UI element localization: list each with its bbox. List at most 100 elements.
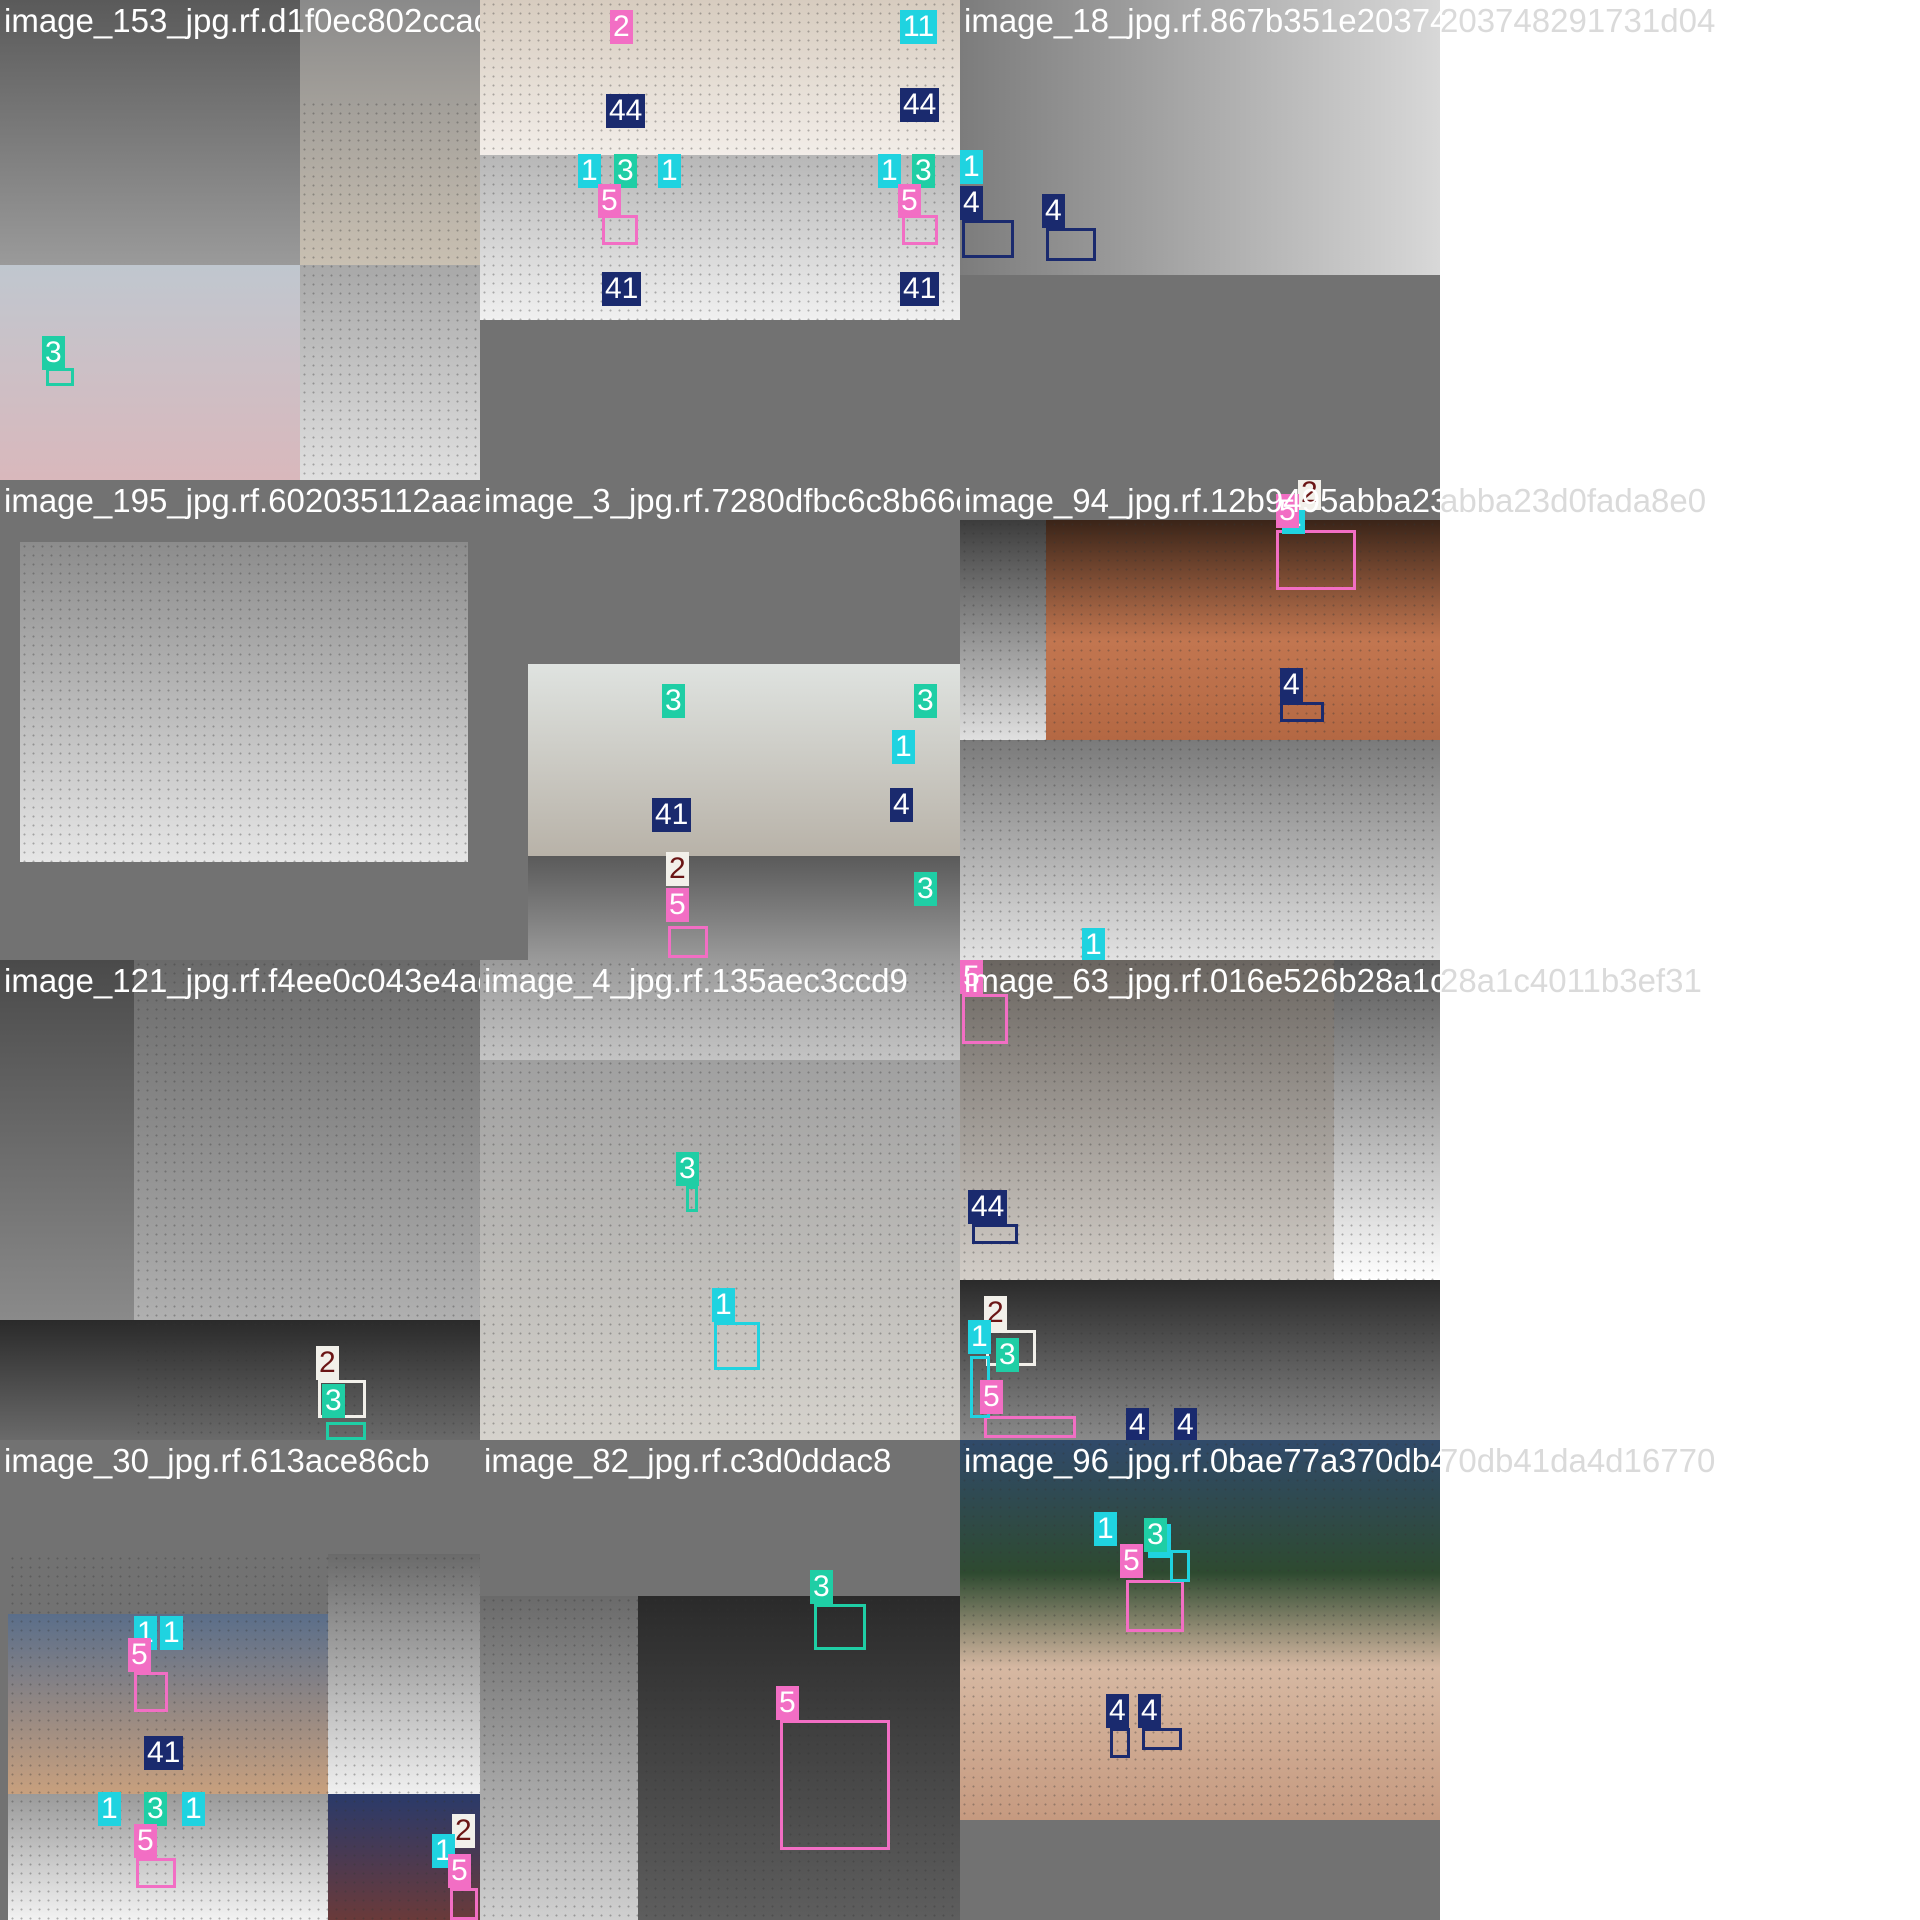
mosaic-tile-12: image_96_jpg.rf.0bae77a370db41da4d16770 …: [960, 1440, 1440, 1920]
bounding-box: [962, 220, 1014, 258]
class-label: 4: [1106, 1694, 1129, 1728]
mosaic-tile-4: image_195_jpg.rf.602035112aaac3d13ccf8f.…: [0, 480, 480, 960]
bounding-box: [972, 1224, 1018, 1244]
photo-grayscale-street: [480, 1596, 638, 1920]
photo-dark-crop: [0, 960, 134, 1320]
mosaic-tile-1: image_153_jpg.rf.d1f0ec802ccace0a9963c79…: [0, 0, 480, 480]
class-label: 5: [776, 1686, 799, 1720]
mosaic-tile-2: 44 44 1 3 1 5 1 3 5 41 41 11 2: [480, 0, 960, 480]
tile-title: image_4_jpg.rf.135aec3ccd9: [484, 962, 908, 999]
class-label: 5: [128, 1638, 151, 1672]
tile-title: image_3_jpg.rf.7280dfbc6c8b66e9447536f: [484, 482, 960, 519]
bounding-box: [450, 1888, 478, 1920]
class-label: 1: [658, 154, 681, 188]
bounding-box: [602, 215, 638, 245]
class-label: 41: [144, 1736, 184, 1770]
photo-fence-grayscale: [20, 542, 468, 862]
class-label: 4: [960, 186, 983, 220]
class-label: 1: [968, 1320, 991, 1354]
photo-gate-grayscale: [8, 1794, 328, 1920]
mosaic-tile-3: image_18_jpg.rf.867b351e203748291731d04 …: [960, 0, 1440, 480]
tile-title: image_195_jpg.rf.602035112aaac3d13ccf8f.…: [4, 482, 480, 519]
class-label: 1: [1082, 928, 1105, 960]
bounding-box: [1046, 228, 1096, 261]
tile-title: image_18_jpg.rf.867b351e203748291731d04: [964, 2, 1440, 39]
class-label: 3: [914, 684, 937, 718]
tile-title: image_30_jpg.rf.613ace86cb: [4, 1442, 430, 1479]
bounding-box: [814, 1604, 866, 1650]
tile-title: image_82_jpg.rf.c3d0ddac8: [484, 1442, 892, 1479]
class-label: 3: [912, 154, 935, 188]
class-label: 3: [614, 154, 637, 188]
mosaic-tile-9: image_63_jpg.rf.016e526b28a1c4011b3ef31 …: [960, 960, 1440, 1440]
class-label: 11: [900, 10, 938, 44]
class-label: 3: [996, 1338, 1019, 1372]
class-label: 1: [160, 1616, 183, 1650]
class-label: 4: [1126, 1408, 1149, 1440]
photo-person-red-vest: [0, 265, 300, 480]
class-label: 2: [610, 10, 633, 44]
bounding-box: [1110, 1728, 1130, 1758]
class-label: 4: [1280, 668, 1303, 702]
photo-orange-road: [1046, 520, 1440, 740]
class-label: 41: [900, 272, 940, 306]
bounding-box: [1126, 1580, 1184, 1632]
bounding-box: [780, 1720, 890, 1850]
bounding-box: [1280, 702, 1324, 722]
bounding-box: [1142, 1728, 1182, 1750]
class-label: 4: [890, 788, 913, 822]
bounding-box: [686, 1186, 698, 1212]
mosaic-tile-5: image_3_jpg.rf.7280dfbc6c8b66e9447536f 3…: [480, 480, 960, 960]
bounding-box: [902, 215, 938, 245]
class-label: 44: [606, 94, 646, 128]
class-label: 3: [322, 1384, 345, 1418]
class-label: 5: [980, 1380, 1003, 1414]
bounding-box: [984, 1416, 1076, 1438]
class-label: 1: [960, 150, 983, 184]
mosaic-tile-11: image_82_jpg.rf.c3d0ddac8 3 5: [480, 1440, 960, 1920]
class-label: 4: [1042, 194, 1065, 228]
tile-title-overflow: 203748291731d04: [1440, 2, 1716, 39]
class-label: 5: [598, 184, 621, 218]
photo-grayscale-crop: [328, 1554, 480, 1794]
photo-dark-sign: [0, 1320, 480, 1440]
bounding-box: [134, 1672, 168, 1712]
photo-right-crop: [1334, 960, 1440, 1280]
bounding-box: [962, 994, 1008, 1044]
augmented-training-batch-mosaic: image_153_jpg.rf.d1f0ec802ccace0a9963c79…: [0, 0, 1920, 1920]
class-label: 5: [898, 184, 921, 218]
mosaic-tile-6: image_94_jpg.rf.12b9495abba23d0fada8e0 1…: [960, 480, 1440, 960]
class-label: 2: [316, 1346, 339, 1380]
bounding-box: [1276, 530, 1356, 590]
class-label: 1: [712, 1288, 735, 1322]
bounding-box: [668, 926, 708, 958]
photo-dark-fence: [528, 856, 960, 960]
class-label: 1: [182, 1792, 205, 1826]
photo-grayscale-walking-legs: [960, 0, 1440, 275]
tile-title-overflow: abba23d0fada8e0: [1440, 482, 1707, 519]
class-label: 3: [914, 872, 937, 906]
tile-title: image_153_jpg.rf.d1f0ec802ccace0a9963c79…: [4, 2, 480, 39]
photo-officer-raised-arms: [960, 1440, 1440, 1820]
tile-title-overflow: 70db41da4d16770: [1440, 1442, 1716, 1479]
photo-crop-left: [960, 520, 1046, 740]
photo-grayscale-fence: [960, 740, 1440, 960]
class-label: 41: [602, 272, 642, 306]
class-label: 3: [42, 336, 65, 370]
bounding-box: [326, 1422, 366, 1440]
bounding-box: [46, 368, 74, 386]
class-label: 41: [652, 798, 692, 832]
class-label: 1: [878, 154, 901, 188]
class-label: 3: [1144, 1518, 1167, 1552]
class-label: 44: [900, 88, 940, 122]
class-label: 44: [968, 1190, 1008, 1224]
class-label: 3: [662, 684, 685, 718]
tile-title-overflow: 28a1c4011b3ef31: [1440, 962, 1702, 999]
class-label: 1: [578, 154, 601, 188]
bounding-box: [136, 1858, 176, 1888]
class-label: 5: [666, 888, 689, 922]
tile-title: image_96_jpg.rf.0bae77a370db41da4d16770: [964, 1442, 1440, 1479]
photo-parking-area: [300, 265, 480, 480]
mosaic-tile-8: image_4_jpg.rf.135aec3ccd9 3 1: [480, 960, 960, 1440]
class-label: 2: [452, 1814, 475, 1848]
